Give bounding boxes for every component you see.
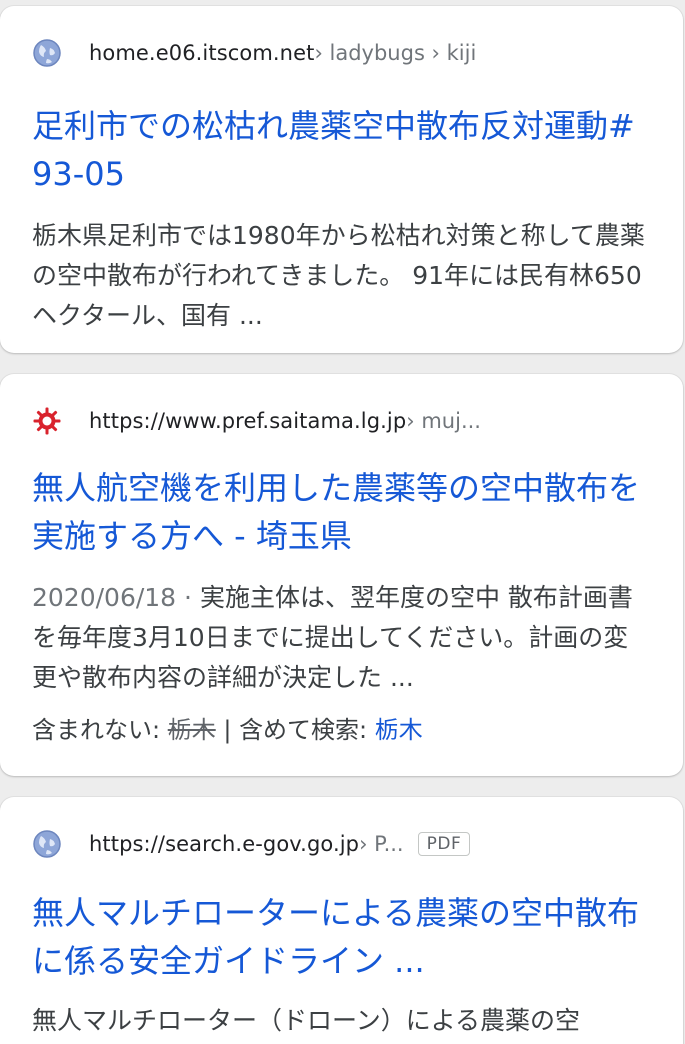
result-source[interactable]: home.e06.itscom.net › ladybugs › kiji <box>32 38 476 68</box>
result-path: › P... <box>359 832 404 856</box>
missing-terms-row: 含まれない: 栃木 | 含めて検索: 栃木 <box>32 710 423 750</box>
result-date: 2020/06/18 · <box>32 583 200 612</box>
result-path: › muj... <box>406 409 481 433</box>
result-title-link[interactable]: 無人航空機を利用した農薬等の空中散布を実施する方へ - 埼玉県 <box>32 464 653 560</box>
result-snippet: 2020/06/18 · 実施主体は、翌年度の空中 散布計画書を毎年度3月10日… <box>32 578 653 698</box>
missing-term: 栃木 <box>167 716 216 744</box>
result-host: https://search.e-gov.go.jp <box>89 832 360 856</box>
result-source[interactable]: https://search.e-gov.go.jp › P... PDF <box>32 829 471 859</box>
result-host: https://www.pref.saitama.lg.jp <box>89 409 407 433</box>
search-with-term-link[interactable]: 栃木 <box>375 716 423 744</box>
result-card-3[interactable]: https://search.e-gov.go.jp › P... PDF 無人… <box>0 797 683 1044</box>
search-with-label: | 含めて検索: <box>215 716 375 744</box>
search-results-page: home.e06.itscom.net › ladybugs › kiji 足利… <box>0 0 685 1044</box>
saitama-emblem-icon <box>32 406 62 436</box>
result-path: › ladybugs › kiji <box>314 41 477 65</box>
result-title-link[interactable]: 無人マルチローターによる農薬の空中散布に係る安全ガイドライン ... <box>32 889 653 985</box>
result-snippet: 栃木県足利市では1980年から松枯れ対策と称して農薬の空中散布が行われてきました… <box>32 221 645 330</box>
result-snippet: 無人マルチローター（ドローン）による農薬の空 <box>32 1006 581 1035</box>
missing-label: 含まれない: <box>32 716 168 744</box>
pdf-badge: PDF <box>417 832 471 856</box>
result-card-1[interactable]: home.e06.itscom.net › ladybugs › kiji 足利… <box>0 6 683 353</box>
result-title-link[interactable]: 足利市での松枯れ農薬空中散布反対運動#93-05 <box>32 102 653 198</box>
globe-icon <box>32 829 62 859</box>
result-host: home.e06.itscom.net <box>89 41 315 65</box>
result-source[interactable]: https://www.pref.saitama.lg.jp › muj... <box>32 406 481 436</box>
globe-icon <box>32 38 62 68</box>
result-card-2[interactable]: https://www.pref.saitama.lg.jp › muj... … <box>0 374 683 776</box>
